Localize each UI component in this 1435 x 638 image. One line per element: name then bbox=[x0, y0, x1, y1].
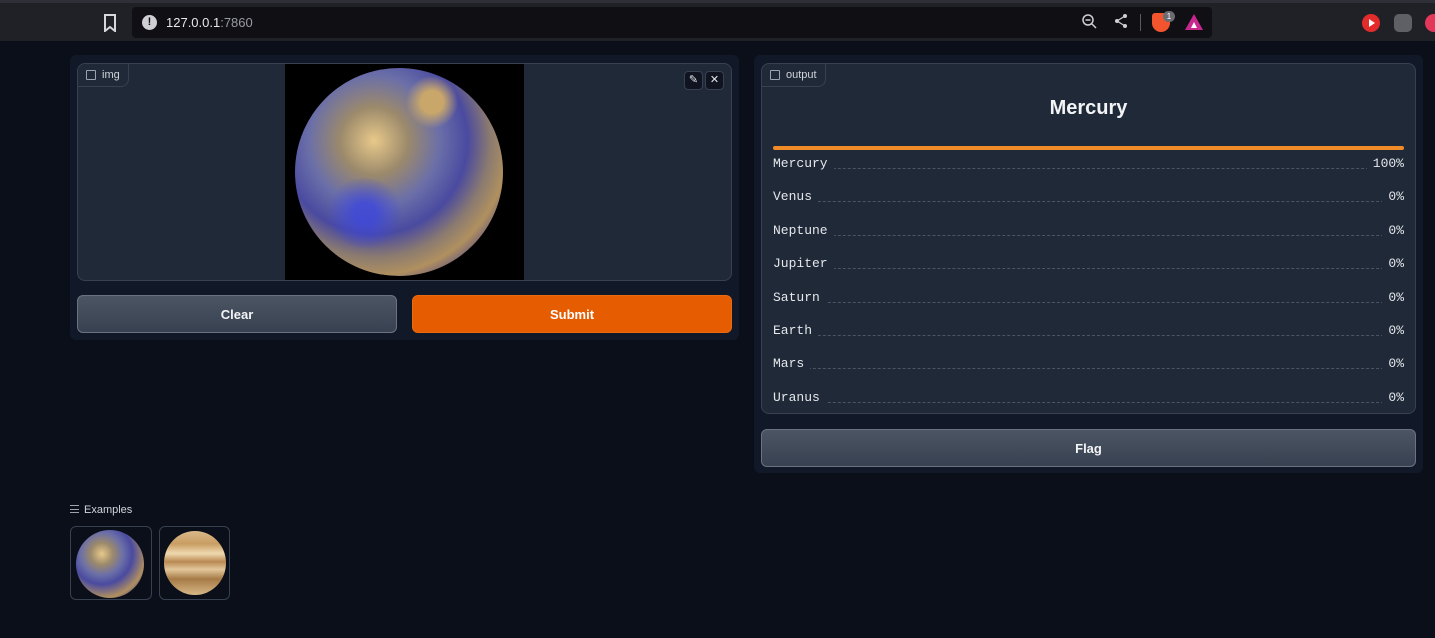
example-venus[interactable] bbox=[159, 526, 230, 600]
image-input-label: img bbox=[78, 64, 129, 87]
result-row: Mars 0% bbox=[773, 356, 1404, 372]
address-bar[interactable]: ! 127.0.0.1:7860 1 bbox=[132, 7, 1212, 38]
result-value: 0% bbox=[1382, 256, 1404, 271]
bookmark-icon[interactable] bbox=[102, 14, 118, 32]
result-label: Neptune bbox=[773, 223, 834, 238]
input-panel: img ✎ ✕ Clear Submit bbox=[70, 55, 739, 340]
toolbar-separator bbox=[1140, 14, 1141, 31]
mercury-planet-image bbox=[295, 68, 503, 276]
result-dots bbox=[773, 168, 1404, 169]
result-value: 100% bbox=[1366, 156, 1404, 171]
result-value: 0% bbox=[1382, 390, 1404, 405]
result-dots bbox=[773, 201, 1404, 202]
result-label: Mercury bbox=[773, 156, 834, 171]
chart-icon bbox=[770, 70, 780, 80]
result-value: 0% bbox=[1382, 356, 1404, 371]
site-info-icon[interactable]: ! bbox=[142, 15, 157, 30]
uploaded-image bbox=[285, 64, 524, 280]
rewards-inner-mark bbox=[1191, 22, 1197, 28]
edit-icon[interactable]: ✎ bbox=[684, 71, 703, 90]
result-value: 0% bbox=[1382, 290, 1404, 305]
result-label: Jupiter bbox=[773, 256, 834, 271]
result-row: Neptune 0% bbox=[773, 223, 1404, 239]
result-dots bbox=[773, 235, 1404, 236]
result-row: Uranus 0% bbox=[773, 390, 1404, 406]
robot-extension-icon[interactable] bbox=[1394, 14, 1412, 32]
image-input-box[interactable]: img ✎ ✕ bbox=[77, 63, 732, 281]
share-icon[interactable] bbox=[1112, 13, 1130, 31]
result-dots bbox=[773, 302, 1404, 303]
confidence-bar bbox=[773, 146, 1404, 150]
result-dots bbox=[773, 335, 1404, 336]
result-row: Earth 0% bbox=[773, 323, 1404, 339]
predicted-class-title: Mercury bbox=[1049, 97, 1128, 119]
result-dots bbox=[773, 368, 1404, 369]
result-label: Venus bbox=[773, 189, 819, 204]
result-label: Uranus bbox=[773, 390, 826, 405]
url-text[interactable]: 127.0.0.1:7860 bbox=[166, 15, 253, 30]
clear-button[interactable]: Clear bbox=[77, 295, 397, 333]
shields-count-badge: 1 bbox=[1163, 11, 1175, 22]
flag-button[interactable]: Flag bbox=[761, 429, 1416, 467]
label-output-box: output Mercury Mercury 100% Venus 0% Neptune… bbox=[761, 63, 1416, 414]
browser-toolbar: ! 127.0.0.1:7860 1 bbox=[0, 0, 1435, 41]
result-dots bbox=[773, 268, 1404, 269]
result-dots bbox=[773, 402, 1404, 403]
result-label: Saturn bbox=[773, 290, 826, 305]
result-value: 0% bbox=[1382, 223, 1404, 238]
examples-header: Examples bbox=[70, 504, 132, 516]
zoom-out-icon[interactable] bbox=[1080, 13, 1098, 31]
mercury-thumbnail bbox=[76, 530, 144, 598]
result-row: Venus 0% bbox=[773, 189, 1404, 205]
submit-button[interactable]: Submit bbox=[412, 295, 732, 333]
output-panel: output Mercury Mercury 100% Venus 0% Neptune… bbox=[754, 55, 1423, 473]
image-icon bbox=[86, 70, 96, 80]
example-mercury[interactable] bbox=[70, 526, 152, 600]
pocket-extension-icon[interactable] bbox=[1425, 14, 1435, 32]
venus-thumbnail bbox=[164, 531, 226, 595]
result-label: Earth bbox=[773, 323, 819, 338]
result-label: Mars bbox=[773, 356, 811, 371]
result-row: Saturn 0% bbox=[773, 290, 1404, 306]
youtube-extension-icon[interactable] bbox=[1362, 14, 1380, 32]
confidence-bar-fill bbox=[773, 146, 1404, 150]
result-row: Jupiter 0% bbox=[773, 256, 1404, 272]
close-icon[interactable]: ✕ bbox=[705, 71, 724, 90]
output-label: output bbox=[762, 64, 826, 87]
result-value: 0% bbox=[1382, 323, 1404, 338]
result-row: Mercury 100% bbox=[773, 156, 1404, 172]
result-value: 0% bbox=[1382, 189, 1404, 204]
list-icon bbox=[70, 505, 79, 513]
